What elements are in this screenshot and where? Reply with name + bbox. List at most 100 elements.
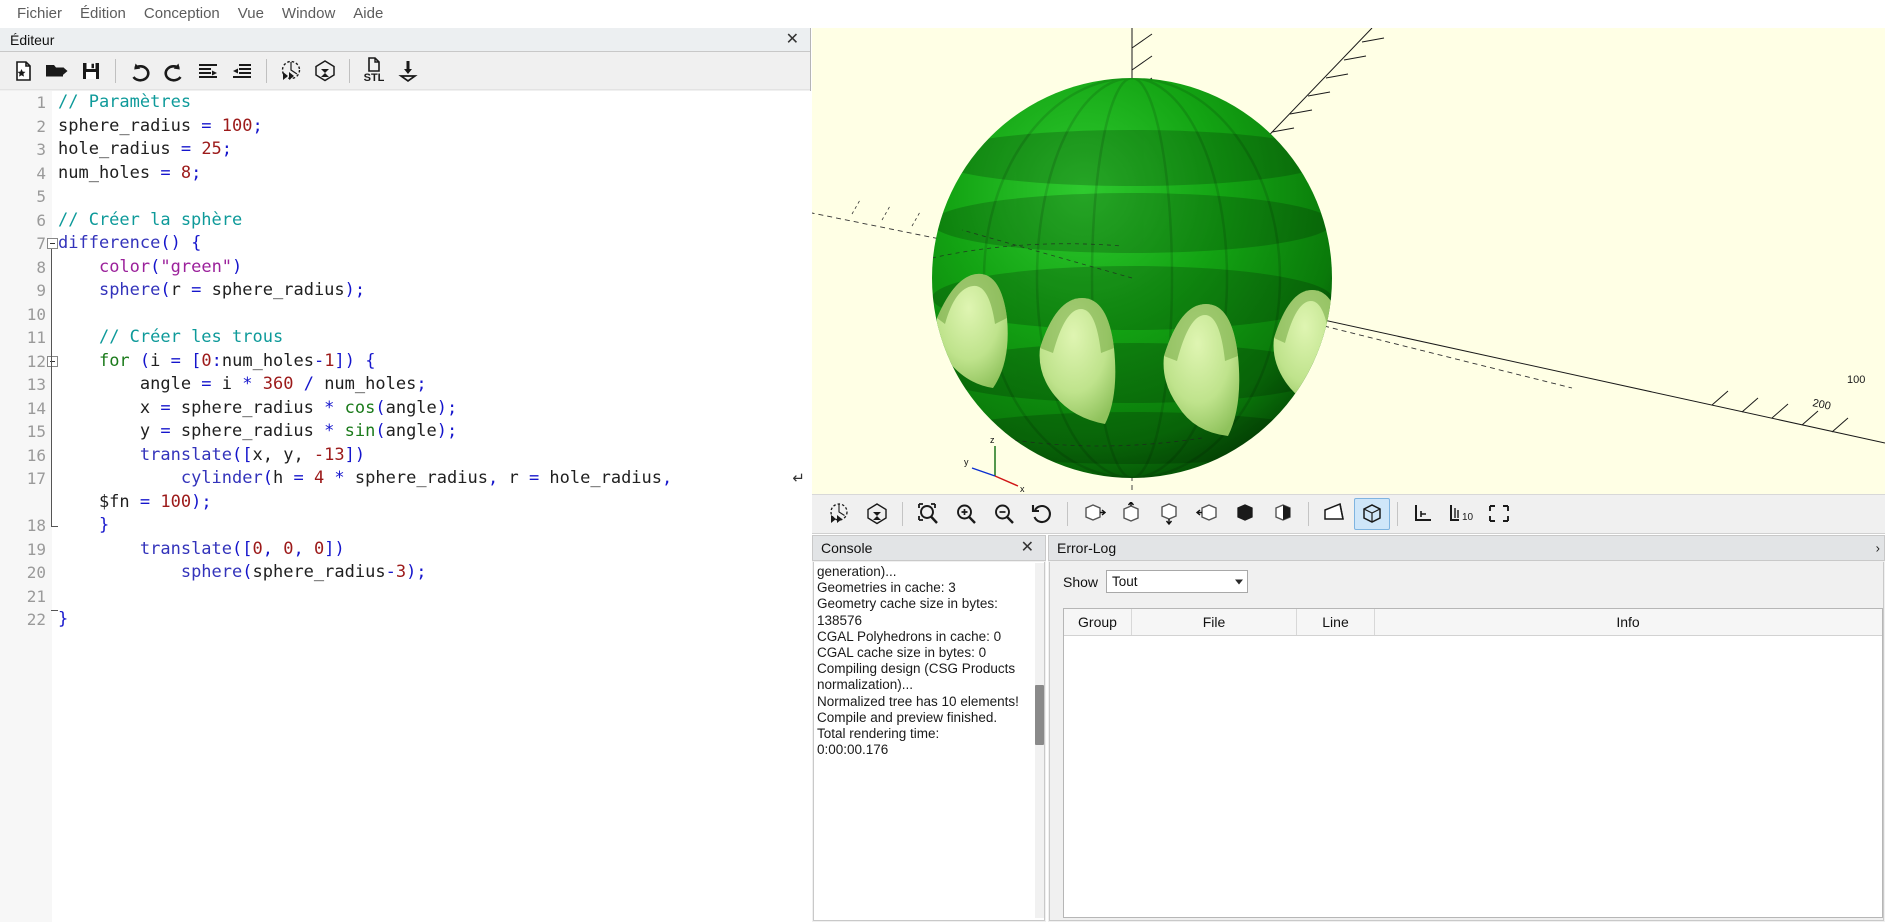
code-token: ( bbox=[262, 468, 273, 488]
code-line[interactable] bbox=[52, 585, 811, 609]
export-stl-icon[interactable]: STL bbox=[357, 55, 391, 87]
view-left-icon[interactable] bbox=[1189, 498, 1225, 530]
code-token: -13 bbox=[313, 444, 345, 465]
code-line[interactable]: $fn = 100); bbox=[52, 491, 811, 515]
code-line[interactable]: y = sphere_radius * sin(angle); bbox=[52, 420, 811, 444]
code-token: * bbox=[324, 421, 345, 441]
errorlog-column-header[interactable]: Line bbox=[1297, 609, 1375, 635]
view-back-icon[interactable] bbox=[1265, 498, 1301, 530]
line-number: 7 bbox=[36, 234, 46, 253]
code-line[interactable]: difference() { bbox=[52, 232, 811, 256]
errorlog-table[interactable]: Group File Line Info bbox=[1063, 608, 1883, 918]
code-token: translate bbox=[139, 444, 233, 465]
view-right-icon[interactable] bbox=[1075, 498, 1111, 530]
chevron-right-icon[interactable]: › bbox=[1876, 541, 1880, 556]
code-line[interactable]: cylinder(h = 4 * sphere_radius, r = hole… bbox=[52, 467, 811, 491]
view-front-icon[interactable] bbox=[1227, 498, 1263, 530]
code-line[interactable] bbox=[52, 303, 811, 327]
show-axes-icon[interactable] bbox=[1405, 498, 1441, 530]
close-icon[interactable]: ✕ bbox=[1018, 540, 1037, 556]
code-token: , bbox=[487, 468, 499, 488]
show-scale-icon[interactable]: 10 bbox=[1443, 498, 1479, 530]
code-line[interactable]: sphere(r = sphere_radius); bbox=[52, 279, 811, 303]
code-token: r bbox=[170, 280, 192, 300]
errorlog-column-header[interactable]: File bbox=[1132, 609, 1297, 635]
errorlog-column-header[interactable]: Info bbox=[1375, 609, 1881, 635]
code-line[interactable]: // Créer les trous bbox=[52, 326, 811, 350]
code-token: = bbox=[160, 397, 181, 418]
code-token: h bbox=[272, 468, 294, 488]
code-token: sphere_radius bbox=[180, 397, 325, 418]
fold-guide-end bbox=[51, 526, 58, 528]
errorlog-column-header[interactable]: Group bbox=[1064, 609, 1132, 635]
code-token: ( bbox=[375, 421, 386, 441]
code-line[interactable]: num_holes = 8; bbox=[52, 162, 811, 186]
zoom-out-icon[interactable] bbox=[986, 498, 1022, 530]
render-icon[interactable] bbox=[308, 55, 342, 87]
code-token: 25 bbox=[201, 139, 222, 159]
code-line[interactable]: sphere(sphere_radius-3); bbox=[52, 561, 811, 585]
line-number: 8 bbox=[36, 257, 46, 277]
send-to-printer-icon[interactable] bbox=[391, 55, 425, 87]
reset-view-icon[interactable] bbox=[1024, 498, 1060, 530]
code-line[interactable]: } bbox=[52, 608, 811, 632]
line-number: 16 bbox=[26, 445, 46, 465]
menu-edition[interactable]: Édition bbox=[71, 2, 135, 25]
menu-aide[interactable]: Aide bbox=[344, 2, 392, 25]
code-token: cylinder bbox=[180, 468, 263, 488]
unindent-icon[interactable] bbox=[191, 55, 225, 87]
orthogonal-icon[interactable] bbox=[1354, 498, 1390, 530]
code-line[interactable] bbox=[52, 185, 811, 209]
code-line[interactable]: translate([0, 0, 0]) bbox=[52, 538, 811, 562]
errorlog-dock: Error-Log › Show Tout Group File Line Info bbox=[1048, 535, 1885, 922]
code-line[interactable]: } bbox=[52, 514, 811, 538]
code-line[interactable]: // Paramètres bbox=[52, 91, 811, 115]
code-line[interactable]: sphere_radius = 100; bbox=[52, 115, 811, 139]
zoom-fit-icon[interactable] bbox=[910, 498, 946, 530]
menu-conception[interactable]: Conception bbox=[135, 2, 229, 25]
indent-icon[interactable] bbox=[225, 55, 259, 87]
console-output[interactable]: generation)... Geometries in cache: 3 Geom… bbox=[813, 562, 1045, 921]
view-top-icon[interactable] bbox=[1113, 498, 1149, 530]
code-line[interactable]: for (i = [0:num_holes-1]) { bbox=[52, 350, 811, 374]
preview-icon[interactable] bbox=[274, 55, 308, 87]
code-line[interactable]: // Créer la sphère bbox=[52, 209, 811, 233]
code-editor[interactable]: 1 2 3 4 5 6 7 8 9 10 11 12 13 14 15 16 17 18 19 20 21 22 // P… bbox=[0, 91, 811, 922]
view-bottom-icon[interactable] bbox=[1151, 498, 1187, 530]
perspective-icon[interactable] bbox=[1316, 498, 1352, 530]
3d-viewport[interactable]: 200 100 z y x bbox=[812, 28, 1885, 494]
menu-vue[interactable]: Vue bbox=[229, 2, 273, 25]
show-edges-icon[interactable] bbox=[1481, 498, 1517, 530]
code-token: 0 bbox=[313, 538, 325, 559]
new-file-icon[interactable] bbox=[6, 55, 40, 87]
close-icon[interactable]: ✕ bbox=[783, 31, 802, 48]
errorlog-filter-select[interactable]: Tout bbox=[1106, 570, 1249, 593]
code-line[interactable]: x = sphere_radius * cos(angle); bbox=[52, 397, 811, 421]
console-titlebar: Console ✕ bbox=[812, 535, 1046, 561]
code-line[interactable]: color("green") bbox=[52, 256, 811, 280]
undo-icon[interactable] bbox=[123, 55, 157, 87]
zoom-in-icon[interactable] bbox=[948, 498, 984, 530]
open-file-icon[interactable] bbox=[40, 55, 74, 87]
code-token: / bbox=[303, 374, 325, 394]
console-scrollbar-thumb[interactable] bbox=[1035, 685, 1044, 745]
errorlog-titlebar: Error-Log › bbox=[1048, 535, 1885, 561]
code-token: ; bbox=[221, 139, 233, 159]
code-line[interactable]: angle = i * 360 / num_holes; bbox=[52, 373, 811, 397]
menu-fichier[interactable]: Fichier bbox=[8, 2, 71, 25]
chevron-down-icon bbox=[1235, 579, 1244, 584]
preview-icon[interactable] bbox=[821, 498, 857, 530]
code-text[interactable]: // Paramètres sphere_radius = 100; hole_ra… bbox=[52, 91, 811, 922]
save-file-icon[interactable] bbox=[74, 55, 108, 87]
code-line[interactable]: translate([x, y, -13]) bbox=[52, 444, 811, 468]
code-token: "green" bbox=[160, 256, 233, 277]
editor-titlebar: Éditeur ✕ bbox=[0, 28, 810, 52]
menu-window[interactable]: Window bbox=[273, 2, 344, 25]
openscad-window: Fichier Édition Conception Vue Window Ai… bbox=[0, 0, 1885, 922]
console-line: CGAL Polyhedrons in cache: 0 bbox=[817, 628, 1002, 644]
code-token: [ bbox=[191, 350, 202, 371]
redo-icon[interactable] bbox=[157, 55, 191, 87]
render-icon[interactable] bbox=[859, 498, 895, 530]
code-line[interactable]: hole_radius = 25; bbox=[52, 138, 811, 162]
